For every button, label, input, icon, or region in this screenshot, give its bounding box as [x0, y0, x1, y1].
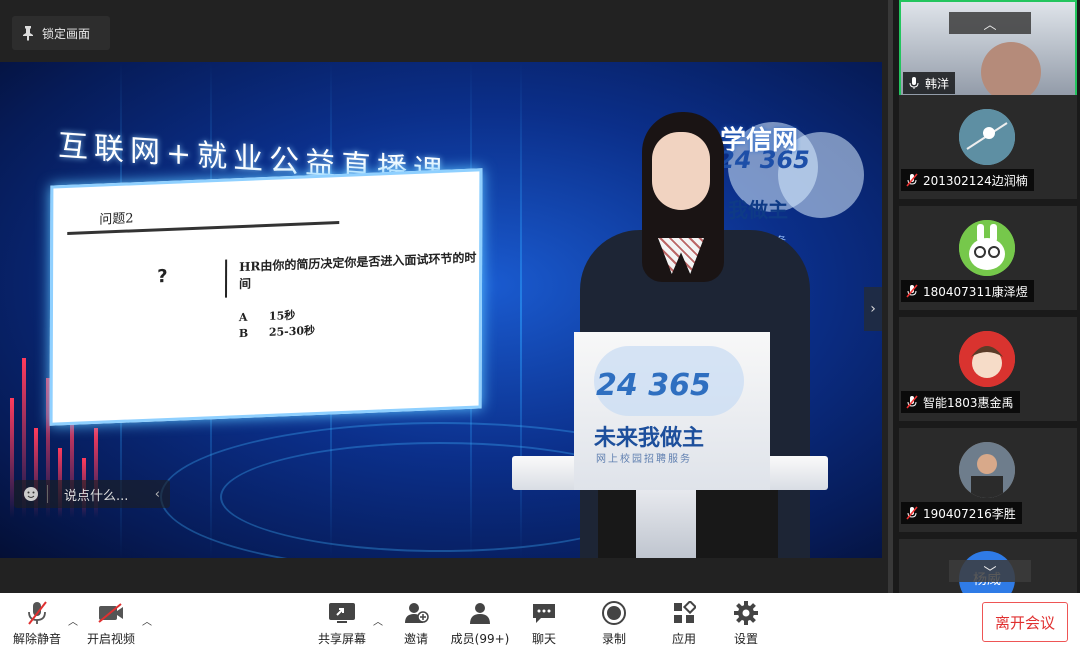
video-options-caret-icon[interactable]: ︿ — [142, 613, 152, 628]
avatar — [981, 42, 1041, 102]
participant-label: 180407311康泽煜 — [901, 280, 1034, 302]
scroll-down-button[interactable]: ﹀ — [949, 560, 1031, 582]
record-button[interactable]: 录制 — [579, 599, 649, 647]
podium-sub: 网上校园招聘服务 — [596, 454, 692, 465]
podium: 24 365 未来我做主 网上校园招聘服务 — [574, 332, 770, 490]
members-icon — [466, 599, 494, 627]
chat-quick-input[interactable]: 说点什么... ‹ — [14, 480, 170, 508]
invite-button[interactable]: 邀请 — [381, 599, 451, 647]
apps-button[interactable]: 应用 — [649, 599, 719, 647]
mic-icon — [909, 77, 919, 89]
avatar — [959, 331, 1015, 387]
chevron-down-icon: ﹀ — [983, 565, 997, 581]
avatar — [959, 220, 1015, 276]
collapse-arrow-icon[interactable]: ‹ — [155, 487, 170, 502]
settings-button[interactable]: 设置 — [711, 599, 781, 647]
option-b: B 25-30秒 — [238, 324, 316, 341]
chat-placeholder: 说点什么... — [64, 488, 129, 504]
chat-icon — [530, 599, 558, 627]
share-screen-button[interactable]: 共享屏幕 — [307, 599, 377, 647]
main-video-stage: 锁定画面 互联网+就业公益直播课 问题2 ? HR由你的简历决定你是否进入面试环… — [0, 0, 888, 593]
mic-muted-icon — [906, 173, 918, 187]
add-user-icon — [402, 599, 430, 627]
unmute-button[interactable]: 解除静音 — [2, 599, 72, 647]
participant-tile[interactable]: 180407311康泽煜 — [899, 206, 1077, 310]
participant-tile[interactable]: 201302124边润楠 — [899, 95, 1077, 199]
slide-accent-bar — [225, 259, 228, 298]
participant-label: 智能1803惠金禹 — [901, 391, 1020, 413]
meeting-window: 锁定画面 互联网+就业公益直播课 问题2 ? HR由你的简历决定你是否进入面试环… — [0, 0, 1080, 653]
share-screen-icon — [328, 599, 356, 627]
participant-label: 韩洋 — [903, 72, 956, 94]
avatar — [959, 442, 1015, 498]
start-video-button[interactable]: 开启视频 — [76, 599, 146, 647]
question-mark: ? — [157, 265, 168, 288]
chevron-right-icon: › — [870, 301, 876, 317]
participant-label: 190407216李胜 — [901, 502, 1022, 524]
lock-view-button[interactable]: 锁定画面 — [12, 16, 110, 50]
emoji-icon[interactable] — [14, 485, 48, 503]
apps-grid-icon — [670, 599, 698, 627]
chevron-up-icon: ︿ — [983, 17, 997, 33]
gear-icon — [732, 599, 760, 627]
slide-title: 问题2 — [99, 211, 134, 228]
mic-muted-icon — [906, 506, 918, 520]
participant-tile[interactable]: 190407216李胜 — [899, 428, 1077, 532]
mic-muted-icon — [23, 599, 51, 627]
record-icon — [600, 599, 628, 627]
leave-meeting-button[interactable]: 离开会议 — [982, 602, 1068, 642]
participant-tile[interactable]: 智能1803惠金禹 — [899, 317, 1077, 421]
question-slide: 问题2 ? HR由你的简历决定你是否进入面试环节的时间 A 15秒 B 25-30秒 — [49, 168, 483, 426]
meeting-toolbar: 解除静音 ︿ 开启视频 ︿ 共享屏幕 ︿ 邀请 成员(99+) 聊天 录制 应用… — [0, 593, 1080, 653]
chat-button[interactable]: 聊天 — [509, 599, 579, 647]
podium-number: 24 365 — [596, 368, 711, 403]
pin-icon — [23, 26, 33, 41]
participant-gallery: 韩洋 ︿ 201302124边润楠 180407311康泽煜 智能1803惠金禹… — [888, 0, 1080, 593]
participant-label: 201302124边润楠 — [901, 169, 1034, 191]
camera-off-icon — [97, 599, 125, 627]
mic-muted-icon — [906, 395, 918, 409]
lock-view-label: 锁定画面 — [42, 26, 91, 41]
members-button[interactable]: 成员(99+) — [445, 599, 515, 647]
avatar — [959, 109, 1015, 165]
scroll-up-button[interactable]: ︿ — [949, 12, 1031, 34]
mic-muted-icon — [906, 284, 918, 298]
expand-gallery-button[interactable]: › — [864, 287, 882, 331]
podium-slogan: 未来我做主 — [594, 426, 705, 451]
question-text: HR由你的简历决定你是否进入面试环节的时间 — [239, 250, 477, 292]
